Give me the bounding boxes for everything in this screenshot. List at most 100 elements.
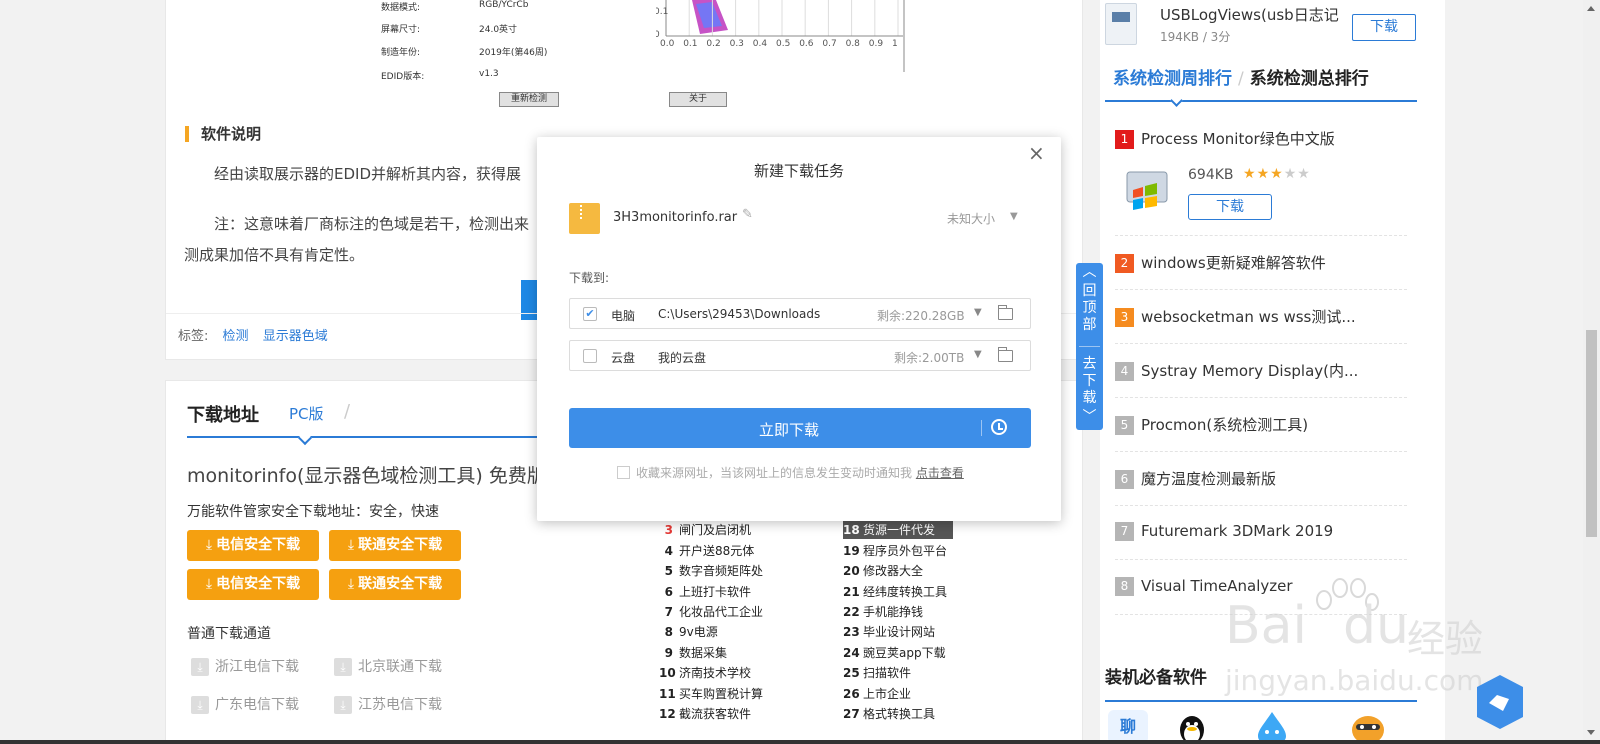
hot-search-item[interactable]: 18 货源一件代发 <box>843 521 954 540</box>
zhejiang-telecom-download-link[interactable]: ⤓ 浙江电信下载 <box>191 656 299 676</box>
scroll-down-icon[interactable] <box>1587 730 1595 735</box>
hot-search-item[interactable]: 20 修改器大全 <box>843 562 923 580</box>
hot-search-rank: 23 <box>843 625 860 640</box>
watermark-url: jingyan.baidu.com <box>1225 664 1484 697</box>
hot-search-item[interactable]: 10 济南技术学校 <box>659 664 751 682</box>
hot-search-item[interactable]: 25 扫描软件 <box>843 664 911 682</box>
pc-checkbox[interactable]: ✔ <box>583 307 597 321</box>
hot-search-item[interactable]: 3 闸门及启闭机 <box>659 521 751 539</box>
back-to-top-char-1[interactable]: 回 <box>1076 283 1103 299</box>
link-label: 北京联通下载 <box>358 659 442 675</box>
hot-search-item[interactable]: 22 手机能挣钱 <box>843 603 923 621</box>
hot-search-text: 货源一件代发 <box>863 523 936 538</box>
cloud-checkbox[interactable] <box>583 349 597 363</box>
telecom-safe-download-button-2[interactable]: ⤓ 电信安全下载 <box>187 569 319 600</box>
tag-link-gamut[interactable]: 显示器色域 <box>263 329 328 344</box>
hot-search-item[interactable]: 24 豌豆荚app下载 <box>843 644 946 662</box>
raccoon-app-icon[interactable] <box>1348 710 1388 744</box>
rank-item[interactable]: 3 websocketman ws wss测试... <box>1115 306 1407 327</box>
qq-penguin-icon[interactable] <box>1172 710 1212 744</box>
hot-search-item[interactable]: 27 格式转换工具 <box>843 705 935 723</box>
bottom-edge-bar <box>0 740 1600 744</box>
rank-item[interactable]: 1 Process Monitor绿色中文版 <box>1115 128 1407 149</box>
folder-icon[interactable] <box>998 347 1013 362</box>
tab-total-rank[interactable]: 系统检测总排行 <box>1250 69 1369 89</box>
hot-search-item[interactable]: 6 上班打卡软件 <box>659 583 751 601</box>
rank-item-name: windows更新疑难解答软件 <box>1141 254 1326 272</box>
favorite-source-text: 收藏来源网址，当该网址上的信息发生变动时通知我 <box>636 466 913 480</box>
scroll-up-icon[interactable] <box>1587 6 1595 11</box>
hot-search-rank: 6 <box>664 584 673 599</box>
destination-pc-row[interactable]: ✔ 电脑 C:\Users\29453\Downloads 剩余:220.28G… <box>569 298 1031 329</box>
rank1-download-button[interactable]: 下载 <box>1188 194 1272 220</box>
water-drop-app-icon[interactable] <box>1252 710 1292 744</box>
feedback-shield-icon[interactable] <box>1475 673 1525 731</box>
x-tick-label: 1 <box>892 39 898 49</box>
unicom-safe-download-button[interactable]: ⤓ 联通安全下载 <box>329 530 461 561</box>
up-arrow-icon[interactable]: ︿ <box>1076 264 1103 280</box>
rank-divider <box>1115 343 1407 344</box>
guangdong-telecom-download-link[interactable]: ⤓ 广东电信下载 <box>191 694 299 714</box>
label-data-mode: 数据模式: <box>381 3 421 13</box>
top-item-download-button[interactable]: 下载 <box>1352 14 1416 41</box>
rank-item[interactable]: 6 魔方温度检测最新版 <box>1115 468 1407 489</box>
software-title: monitorinfo(显示器色域检测工具) 免费版 <box>187 465 546 487</box>
tab-weekly-rank[interactable]: 系统检测周排行 <box>1113 69 1232 89</box>
windows-logo-icon <box>1126 171 1168 210</box>
hot-search-rank: 20 <box>843 564 860 579</box>
hot-search-item[interactable]: 12 截流获客软件 <box>659 705 751 723</box>
go-download-char-3[interactable]: 载 <box>1076 390 1103 406</box>
edit-icon[interactable]: ✎ <box>742 207 753 222</box>
down-arrow-icon[interactable]: ﹀ <box>1076 409 1103 425</box>
hot-search-rank: 3 <box>664 523 673 538</box>
view-link[interactable]: 点击查看 <box>916 466 964 480</box>
rank-item[interactable]: 4 Systray Memory Display(内... <box>1115 360 1407 381</box>
button-label: 电信安全下载 <box>216 576 301 592</box>
rank-item[interactable]: 5 Procmon(系统检测工具) <box>1115 414 1407 435</box>
schedule-clock-icon[interactable] <box>991 419 1007 435</box>
link-label: 江苏电信下载 <box>358 697 442 713</box>
hot-search-item[interactable]: 11 买车购置税计算 <box>659 685 763 703</box>
hot-search-rank: 8 <box>664 625 673 640</box>
rank-item[interactable]: 2 windows更新疑难解答软件 <box>1115 252 1407 273</box>
hot-search-item[interactable]: 23 毕业设计网站 <box>843 623 935 641</box>
go-download-char-1[interactable]: 去 <box>1076 356 1103 372</box>
back-to-top-char-2[interactable]: 顶 <box>1076 300 1103 316</box>
chevron-down-icon[interactable]: ▼ <box>974 349 982 360</box>
destination-cloud-row[interactable]: 云盘 我的云盘 剩余:2.00TB ▼ <box>569 340 1031 371</box>
label-screen-size: 屏幕尺寸: <box>381 25 421 35</box>
hot-search-item[interactable]: 7 化妆品代工企业 <box>659 603 763 621</box>
favorite-source-checkbox[interactable] <box>617 466 630 479</box>
page-scrollbar[interactable] <box>1583 0 1600 744</box>
close-icon[interactable]: × <box>1028 141 1045 165</box>
hot-search-item[interactable]: 21 经纬度转换工具 <box>843 583 947 601</box>
tag-link-detect[interactable]: 检测 <box>223 329 249 344</box>
chevron-down-icon[interactable]: ▼ <box>1010 211 1018 222</box>
sidebar-top-item[interactable]: USBLogViews(usb日志记 194KB / 3分 下载 <box>1105 0 1416 50</box>
scroll-thumb[interactable] <box>1586 330 1597 537</box>
jiangsu-telecom-download-link[interactable]: ⤓ 江苏电信下载 <box>334 694 442 714</box>
download-now-button[interactable]: 立即下载 <box>569 408 1031 448</box>
hot-search-item[interactable]: 4 开户送88元体 <box>659 542 755 560</box>
top-item-name[interactable]: USBLogViews(usb日志记 <box>1160 4 1339 25</box>
rank-number-badge: 2 <box>1115 254 1134 273</box>
rank-item[interactable]: 7 Futuremark 3DMark 2019 <box>1115 522 1407 541</box>
must-have-software-title: 装机必备软件 <box>1105 668 1207 688</box>
go-download-char-2[interactable]: 下 <box>1076 373 1103 389</box>
download-to-label: 下载到: <box>569 271 610 285</box>
hot-search-item[interactable]: 5 数字音频矩阵处 <box>659 562 763 580</box>
hot-search-item[interactable]: 8 9v电源 <box>659 623 718 641</box>
back-to-top-char-3[interactable]: 部 <box>1076 317 1103 333</box>
unicom-safe-download-button-2[interactable]: ⤓ 联通安全下载 <box>329 569 461 600</box>
hot-search-item[interactable]: 19 程序员外包平台 <box>843 542 947 560</box>
beijing-unicom-download-link[interactable]: ⤓ 北京联通下载 <box>334 656 442 676</box>
tab-download-address[interactable]: 下载地址 <box>187 401 259 427</box>
hot-search-rank: 5 <box>664 564 673 579</box>
chevron-down-icon[interactable]: ▼ <box>974 307 982 318</box>
telecom-safe-download-button[interactable]: ⤓ 电信安全下载 <box>187 530 319 561</box>
hot-search-item[interactable]: 26 上市企业 <box>843 685 911 703</box>
chat-category-icon[interactable]: 聊 <box>1108 710 1148 744</box>
hot-search-item[interactable]: 9 数据采集 <box>659 644 727 662</box>
folder-icon[interactable] <box>998 305 1013 320</box>
tab-pc-version[interactable]: PC版 <box>289 403 324 424</box>
